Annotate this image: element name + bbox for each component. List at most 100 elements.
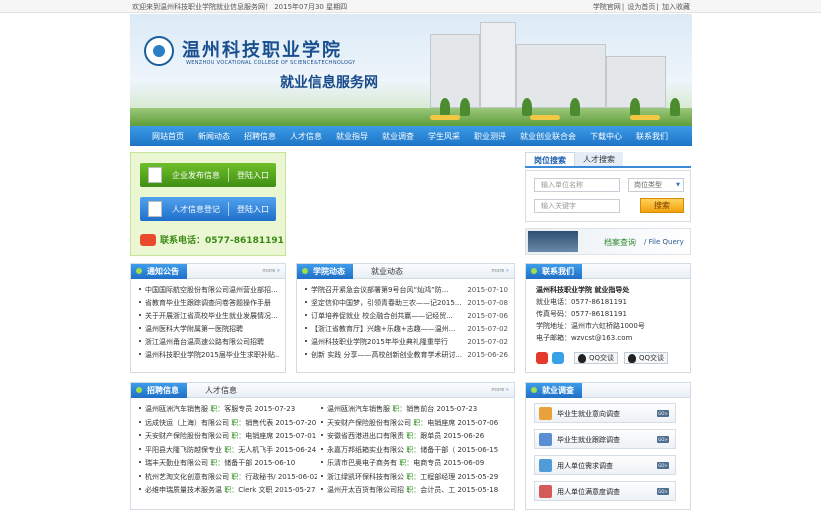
item-date: 2015-07-02 xyxy=(467,338,508,346)
more-link[interactable]: more xyxy=(491,387,509,393)
position-label: 职： xyxy=(224,486,239,494)
panel-header: 通知公告 more xyxy=(131,264,285,279)
company-login-button[interactable]: 企业发布信息 登陆入口 xyxy=(140,163,276,187)
nav-contact[interactable]: 联系我们 xyxy=(629,131,675,142)
link-official-site[interactable]: 学院官网 xyxy=(593,3,621,11)
position-name: Clerk 文职 xyxy=(238,486,273,494)
divider xyxy=(228,202,229,216)
nav-assessment[interactable]: 职业测评 xyxy=(467,131,513,142)
keyword-input[interactable]: 输入关键字 xyxy=(534,199,620,213)
list-item[interactable]: 坚定信仰中国梦，引领青春助三农——记2015... 2015-07-08 xyxy=(305,297,508,310)
survey-intent-link[interactable]: 毕业生就业意向调查 GO> xyxy=(534,403,676,423)
survey-demand-link[interactable]: 用人单位需求调查 GO> xyxy=(534,455,676,475)
nav-news[interactable]: 新闻动态 xyxy=(191,131,237,142)
hiring-panel: 招聘信息 人才信息 more 温州瓯洲汽车销售服 职：客服专员 2015-07-… xyxy=(130,382,515,510)
job-type-select[interactable]: 岗位类型 xyxy=(628,178,684,192)
company-name: 杭州艺淘文化创意有限公司 xyxy=(145,472,229,481)
list-item[interactable]: 订单培养促就业 校企融合创共赢——记经贸... 2015-07-06 xyxy=(305,310,508,323)
list-item[interactable]: 温州科技职业学院2015届毕业生求职补贴... xyxy=(139,349,279,362)
nav-guidance[interactable]: 就业指导 xyxy=(329,131,375,142)
job-row[interactable]: 温州瓯洲汽车销售服 职：销售前台 2015-07-23 xyxy=(321,403,511,417)
company-name: 平阳县大隆飞防越保专业 xyxy=(145,445,222,454)
post-date: 2015-07-23 xyxy=(436,405,478,413)
job-row[interactable]: 杭州艺淘文化创意有限公司 职：行政秘书/ 2015-06-02 xyxy=(139,471,317,485)
list-item[interactable]: 关于开展浙江省高校毕业生就业发展情况... xyxy=(139,310,279,323)
graduate-icon xyxy=(539,433,552,446)
company-name: 温州开太百货有限公司招 xyxy=(327,486,404,494)
file-query-banner[interactable]: 档案查询 / File Query xyxy=(525,228,691,255)
post-date: 2015-05-27 xyxy=(274,486,316,494)
tab-talent-search[interactable]: 人才搜索 xyxy=(575,152,623,166)
position-label: 职： xyxy=(231,432,246,440)
job-row[interactable]: 永嘉万邦纸箱实业有限公 职：储备干部（ 2015-06-15 xyxy=(321,444,511,458)
company-name: 瑞丰天勤业有限公司 xyxy=(145,459,208,467)
tab-college-news[interactable]: 学院动态 xyxy=(297,264,353,279)
nav-downloads[interactable]: 下载中心 xyxy=(583,131,629,142)
job-row[interactable]: 必维申瑞质量技术服务温 职：Clerk 文职 2015-05-27 xyxy=(139,484,317,498)
job-row[interactable]: 温州瓯洲汽车销售服 职：客服专员 2015-07-23 xyxy=(139,403,317,417)
tab-contact[interactable]: 联系我们 xyxy=(526,264,582,279)
keyboard-image xyxy=(528,231,578,252)
tab-job-search[interactable]: 岗位搜索 xyxy=(525,152,575,166)
job-row[interactable]: 浙江绿凯环保科技有限公 职：工程部经理 2015-05-29 xyxy=(321,471,511,485)
link-set-homepage[interactable]: 设为首页 xyxy=(627,3,655,11)
job-row[interactable]: 远成快运（上海）有限公司 职：销售代表 2015-07-20 xyxy=(139,417,317,431)
more-link[interactable]: more xyxy=(262,268,280,274)
nav-students[interactable]: 学生风采 xyxy=(421,131,467,142)
weibo-icon[interactable] xyxy=(536,352,548,364)
qq-chat-button[interactable]: QQ交谈 xyxy=(574,352,619,364)
item-title: 温州科技职业学院2015届毕业生求职补贴... xyxy=(145,351,279,359)
tab-employment-news[interactable]: 就业动态 xyxy=(363,264,411,279)
more-link[interactable]: more xyxy=(491,268,509,274)
post-date: 2015-05-18 xyxy=(457,486,499,494)
link-add-favorite[interactable]: 加入收藏 xyxy=(662,3,690,11)
list-item[interactable]: 浙江温州甬台温高速公路有限公司招聘 xyxy=(139,336,279,349)
post-date: 2015-05-29 xyxy=(457,472,499,481)
nav-union[interactable]: 就业创业联合会 xyxy=(513,131,583,142)
company-name-input[interactable]: 输入单位名称 xyxy=(534,178,620,192)
bullet xyxy=(321,461,323,463)
tab-talent-info[interactable]: 人才信息 xyxy=(197,383,245,398)
list-item[interactable]: 创新 实践 分享——高校创新创业教育学术研讨... 2015-06-26 xyxy=(305,349,508,362)
file-query-cn: 档案查询 xyxy=(604,238,636,247)
search-button[interactable]: 搜索 xyxy=(640,198,684,213)
go-badge: GO> xyxy=(657,462,669,469)
item-title: 学院召开紧急会议部署第9号台风“灿鸿”防... xyxy=(311,286,449,294)
company-name: 温州瓯洲汽车销售服 xyxy=(145,405,208,413)
list-item[interactable]: 温州科技职业学院2015年毕业典礼隆重举行 2015-07-02 xyxy=(305,336,508,349)
list-item[interactable]: 学院召开紧急会议部署第9号台风“灿鸿”防... 2015-07-10 xyxy=(305,284,508,297)
tab-notice[interactable]: 通知公告 xyxy=(131,264,187,279)
company-name: 浙江绿凯环保科技有限公 xyxy=(327,472,404,481)
item-title: 浙江温州甬台温高速公路有限公司招聘 xyxy=(145,338,264,346)
survey-satisfaction-link[interactable]: 用人单位满意度调查 GO> xyxy=(534,481,676,501)
tab-recruitment[interactable]: 招聘信息 xyxy=(131,383,187,398)
job-row[interactable]: 平阳县大隆飞防越保专业 职：无人机飞手 2015-06-24 xyxy=(139,444,317,458)
qq-chat-button[interactable]: QQ交谈 xyxy=(624,352,669,364)
tree-icon xyxy=(460,98,470,116)
tab-survey[interactable]: 就业调查 xyxy=(526,383,582,398)
company-login-label: 登陆入口 xyxy=(237,170,269,180)
job-row[interactable]: 瑞丰天勤业有限公司 职：储备干部 2015-06-10 xyxy=(139,457,317,471)
weixin-icon[interactable] xyxy=(552,352,564,364)
job-row[interactable]: 温州开太百货有限公司招 职：会计员、工 2015-05-18 xyxy=(321,484,511,498)
bullet xyxy=(139,474,141,477)
survey-tracking-link[interactable]: 毕业生就业跟踪调查 GO> xyxy=(534,429,676,449)
search-form: 输入单位名称 岗位类型 输入关键字 搜索 xyxy=(525,170,691,222)
list-item[interactable]: 【浙江省教育厅】兴趣+乐趣+志趣——温州... 2015-07-02 xyxy=(305,323,508,336)
building-image xyxy=(430,34,480,108)
list-item[interactable]: 温州医科大学附属第一医院招聘 xyxy=(139,323,279,336)
nav-survey[interactable]: 就业调查 xyxy=(375,131,421,142)
nav-recruitment[interactable]: 招聘信息 xyxy=(237,131,283,142)
notice-list: 中国国际航空股份有限公司温州营业部招... 省教育毕业生跟踪调查问卷答题操作手册… xyxy=(139,284,279,362)
talent-login-button[interactable]: 人才信息登记 登陆入口 xyxy=(140,197,276,221)
contact-email: 电子邮箱：wzvcst@163.com xyxy=(536,334,633,342)
job-row[interactable]: 天安财产保险股份有限公司 职：电销座席 2015-07-06 xyxy=(321,417,511,431)
nav-talent[interactable]: 人才信息 xyxy=(283,131,329,142)
list-item[interactable]: 省教育毕业生跟踪调查问卷答题操作手册 xyxy=(139,297,279,310)
job-row[interactable]: 安徽省西港进出口有限责 职：跟单员 2015-06-26 xyxy=(321,430,511,444)
notice-panel: 通知公告 more 中国国际航空股份有限公司温州营业部招... 省教育毕业生跟踪… xyxy=(130,263,286,373)
nav-home[interactable]: 网站首页 xyxy=(130,131,191,142)
job-row[interactable]: 乐清市巴奥电子商务有 职：电商专员 2015-06-09 xyxy=(321,457,511,471)
job-row[interactable]: 天安财产保险股份有限公司 职：电销座席 2015-07-01 xyxy=(139,430,317,444)
list-item[interactable]: 中国国际航空股份有限公司温州营业部招... xyxy=(139,284,279,297)
